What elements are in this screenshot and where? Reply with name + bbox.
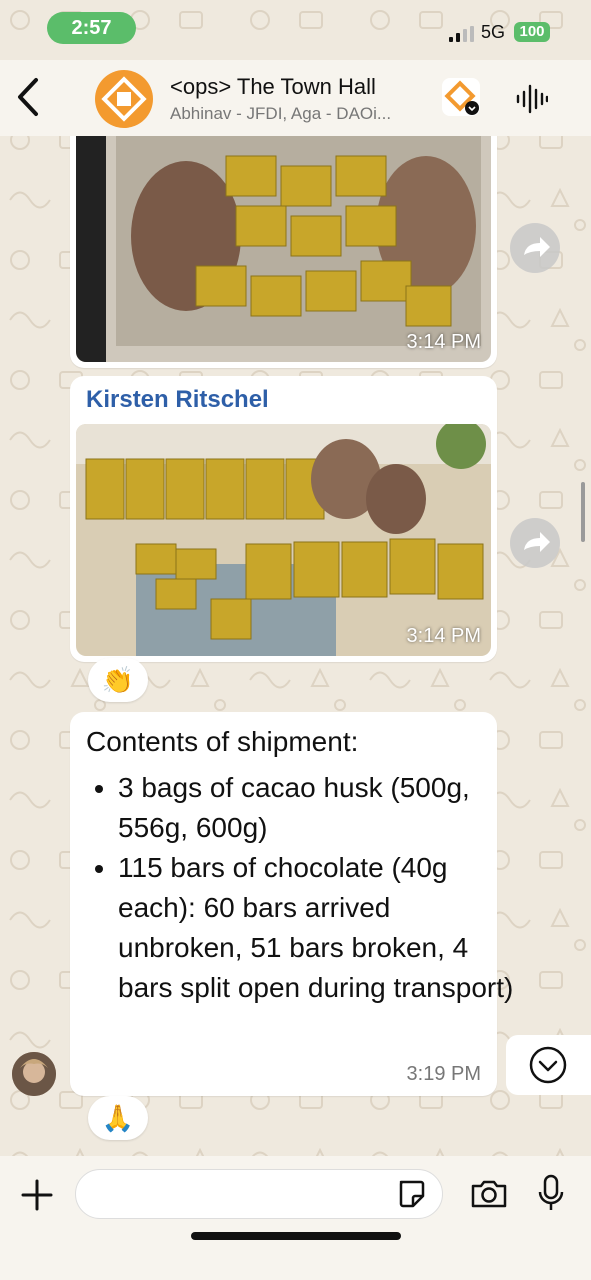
message-title: Contents of shipment:: [86, 726, 359, 757]
status-bar: 2:57 5G 100: [0, 0, 591, 60]
scroll-to-bottom-button[interactable]: [506, 1035, 591, 1095]
community-logo-icon: [444, 80, 479, 115]
message-text-3[interactable]: Contents of shipment: 3 bags of cacao hu…: [70, 712, 513, 1096]
forward-button[interactable]: [510, 223, 560, 273]
forward-button[interactable]: [510, 518, 560, 568]
photo-box-of-bars[interactable]: 3:14 PM: [76, 126, 491, 362]
avatar-image: [12, 1052, 56, 1096]
chat-subtitle[interactable]: Abhinav - JFDI, Aga - DAOi...: [170, 104, 430, 124]
photo-timestamp: 3:14 PM: [406, 331, 481, 353]
home-indicator[interactable]: [191, 1232, 401, 1240]
mic-icon[interactable]: [536, 1174, 566, 1212]
photo-image: [76, 126, 491, 362]
network-type: 5G: [481, 22, 506, 42]
community-avatar[interactable]: [442, 78, 480, 116]
photo-timestamp: 3:14 PM: [406, 625, 481, 647]
chat-title[interactable]: <ops> The Town Hall: [170, 74, 376, 100]
list-item: 115 bars of chocolate (40g each): 60 bar…: [118, 848, 518, 1008]
forward-icon: [524, 237, 550, 257]
reaction-pray[interactable]: 🙏: [88, 1096, 148, 1140]
group-logo-icon: [101, 76, 147, 122]
sender-name[interactable]: Kirsten Ritschel: [86, 386, 269, 414]
plus-icon[interactable]: [20, 1178, 54, 1212]
forward-icon: [524, 532, 550, 552]
scrollbar[interactable]: [581, 482, 585, 542]
message-input[interactable]: [75, 1169, 443, 1219]
photo-bars-on-table[interactable]: 3:14 PM: [76, 424, 491, 656]
signal-icon: [449, 26, 474, 42]
message-photo-1[interactable]: 3:14 PM: [70, 120, 497, 368]
shipment-list: 3 bags of cacao husk (500g, 556g, 600g) …: [90, 768, 518, 1008]
group-avatar[interactable]: [95, 70, 153, 128]
message-input-bar: [0, 1156, 591, 1280]
chat-header: <ops> The Town Hall Abhinav - JFDI, Aga …: [0, 60, 591, 136]
message-photo-2[interactable]: Kirsten Ritschel 3:14 PM: [70, 376, 497, 662]
reaction-clap[interactable]: 👏: [88, 658, 148, 702]
photo-image: [76, 424, 491, 656]
battery-indicator: 100: [514, 22, 550, 42]
list-item: 3 bags of cacao husk (500g, 556g, 600g): [118, 768, 518, 848]
back-icon[interactable]: [12, 74, 44, 120]
avatar[interactable]: [12, 1052, 56, 1096]
status-time: 2:57: [47, 12, 136, 44]
camera-icon[interactable]: [470, 1178, 508, 1210]
message-timestamp: 3:19 PM: [406, 1063, 481, 1085]
waveform-icon[interactable]: [516, 84, 548, 114]
chevron-down-icon: [529, 1046, 567, 1084]
sticker-icon[interactable]: [395, 1178, 427, 1210]
